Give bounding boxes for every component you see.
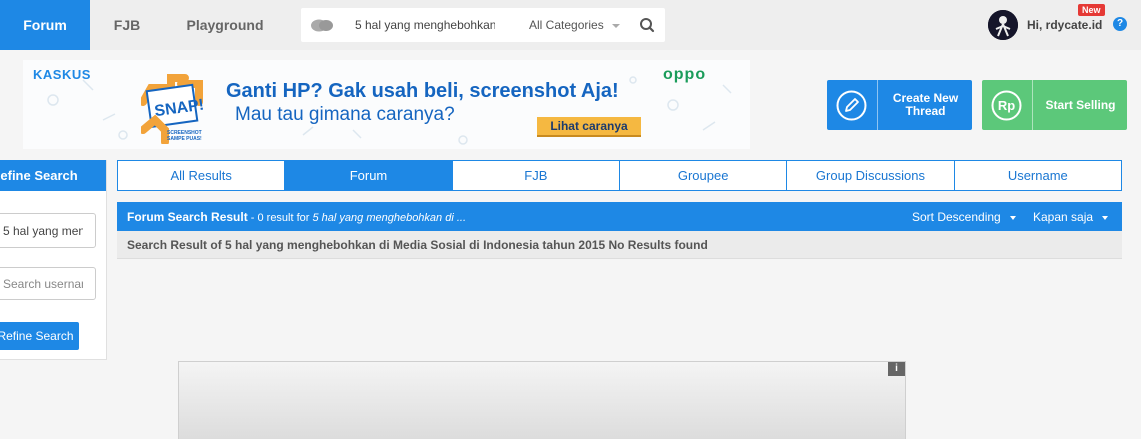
chevron-down-icon bbox=[1009, 215, 1016, 220]
tab-groupee[interactable]: Groupee bbox=[620, 161, 788, 190]
time-filter-dropdown[interactable]: Kapan saja bbox=[1033, 210, 1109, 224]
category-select-label: All Categories bbox=[529, 18, 604, 32]
nav-tab-playground[interactable]: Playground bbox=[164, 0, 286, 50]
banner-title: Ganti HP? Gak usah beli, screenshot Aja! bbox=[226, 80, 619, 102]
time-filter-label: Kapan saja bbox=[1033, 210, 1094, 224]
start-selling-button[interactable]: Rp Start Selling bbox=[982, 80, 1127, 130]
ad-placeholder[interactable]: i bbox=[178, 361, 906, 439]
pencil-icon bbox=[836, 90, 867, 121]
result-query: 5 hal yang menghebohkan di ... bbox=[312, 212, 467, 224]
result-category-tabs: All Results Forum FJB Groupee Group Disc… bbox=[117, 160, 1122, 191]
chevron-down-icon bbox=[1102, 215, 1109, 220]
sort-dropdown-label: Sort Descending bbox=[912, 210, 1001, 224]
result-title-text: Forum Search Result bbox=[127, 210, 248, 224]
new-badge: New bbox=[1078, 4, 1105, 16]
search-input[interactable] bbox=[347, 8, 503, 42]
username-search-input[interactable] bbox=[0, 267, 96, 300]
chevron-down-icon bbox=[611, 23, 620, 28]
svg-text:Rp: Rp bbox=[998, 98, 1015, 113]
refine-search-panel: Refine Search Refine Search bbox=[0, 160, 107, 360]
svg-text:SAMPE PUAS!: SAMPE PUAS! bbox=[167, 136, 202, 142]
user-greeting[interactable]: Hi, rdycate.id bbox=[1027, 18, 1102, 32]
banner-cta-button[interactable]: Lihat caranya bbox=[537, 117, 641, 137]
tab-username[interactable]: Username bbox=[955, 161, 1121, 190]
result-count: - 0 result for bbox=[247, 212, 313, 224]
chat-bubble-icon[interactable] bbox=[311, 19, 333, 32]
button-divider bbox=[1032, 80, 1033, 130]
help-icon[interactable]: ? bbox=[1113, 17, 1127, 31]
result-title: Forum Search Result - 0 result for 5 hal… bbox=[127, 210, 466, 224]
search-icon[interactable] bbox=[633, 8, 663, 42]
search-bar: All Categories bbox=[301, 8, 665, 42]
nav-tab-fjb[interactable]: FJB bbox=[90, 0, 164, 50]
create-thread-label: Create New Thread bbox=[892, 91, 959, 118]
category-select[interactable]: All Categories bbox=[521, 8, 628, 42]
start-selling-label: Start Selling bbox=[1045, 97, 1116, 112]
refine-search-title: Refine Search bbox=[0, 160, 106, 191]
refine-search-button[interactable]: Refine Search bbox=[0, 322, 79, 350]
tab-all-results[interactable]: All Results bbox=[118, 161, 286, 190]
kaskus-logo: KASKUS bbox=[33, 67, 91, 82]
result-header: Forum Search Result - 0 result for 5 hal… bbox=[117, 202, 1122, 231]
button-divider bbox=[877, 80, 878, 130]
info-icon[interactable]: i bbox=[888, 362, 905, 376]
banner-subtitle: Mau tau gimana caranya? bbox=[235, 104, 455, 125]
tab-group-discussions[interactable]: Group Discussions bbox=[787, 161, 955, 190]
keyword-input[interactable] bbox=[0, 213, 96, 248]
rupiah-icon: Rp bbox=[991, 90, 1022, 121]
avatar-icon bbox=[988, 10, 1018, 40]
no-results-message: Search Result of 5 hal yang menghebohkan… bbox=[117, 231, 1122, 259]
sort-dropdown[interactable]: Sort Descending bbox=[912, 210, 1016, 224]
oppo-logo: oppo bbox=[663, 66, 707, 83]
snap-hands-icon: SNAP! SCREENSHOT SAMPE PUAS! bbox=[141, 74, 205, 144]
promo-banner[interactable]: KASKUS oppo SNAP! SCREENSHOT SAMPE PUAS!… bbox=[23, 60, 750, 149]
tab-fjb[interactable]: FJB bbox=[453, 161, 620, 190]
top-navigation: Forum FJB Playground All Categories Hi, … bbox=[0, 0, 1141, 50]
create-thread-button[interactable]: Create New Thread bbox=[827, 80, 972, 130]
nav-tab-forum[interactable]: Forum bbox=[0, 0, 90, 50]
avatar[interactable] bbox=[988, 10, 1018, 40]
tab-forum[interactable]: Forum bbox=[285, 161, 453, 190]
